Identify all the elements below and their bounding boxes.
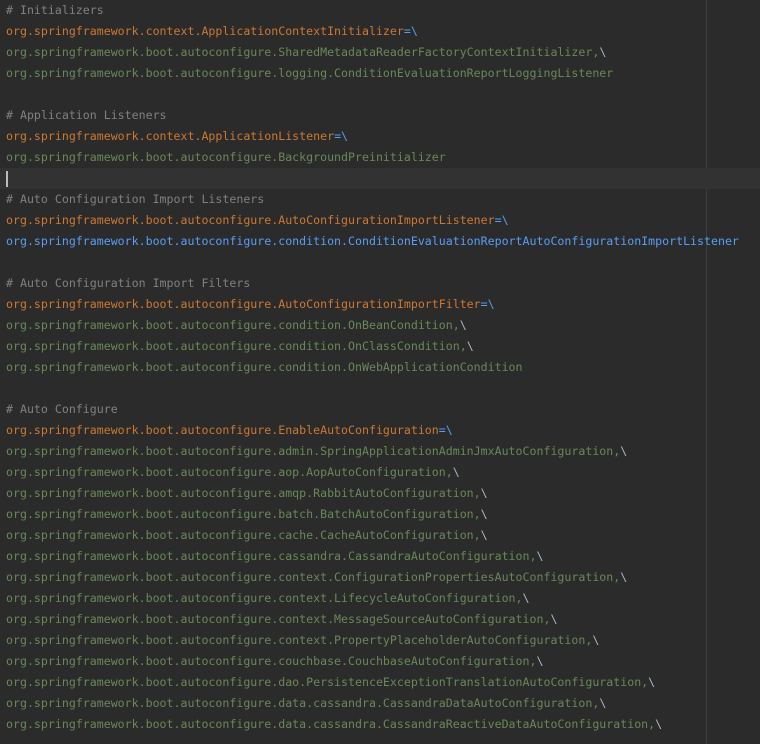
property-value: org.springframework.boot.autoconfigure.c…: [6, 570, 621, 584]
code-line[interactable]: org.springframework.boot.autoconfigure.A…: [6, 294, 760, 315]
code-line[interactable]: org.springframework.boot.autoconfigure.E…: [6, 420, 760, 441]
code-line[interactable]: # Initializers: [6, 0, 760, 21]
comment-text: # Auto Configuration Import Listeners: [6, 192, 265, 206]
code-line[interactable]: org.springframework.boot.autoconfigure.a…: [6, 462, 760, 483]
property-value: org.springframework.boot.autoconfigure.c…: [6, 654, 537, 668]
property-key: org.springframework.boot.autoconfigure.A…: [6, 297, 481, 311]
property-value: org.springframework.boot.autoconfigure.c…: [6, 339, 467, 353]
line-continuation: \: [648, 675, 656, 689]
line-continuation: \: [536, 654, 544, 668]
comment-text: # Auto Configure: [6, 402, 118, 416]
line-continuation: \: [620, 444, 628, 458]
property-key: org.springframework.boot.autoconfigure.E…: [6, 423, 439, 437]
line-continuation: =\: [480, 297, 495, 311]
line-continuation: \: [536, 549, 544, 563]
line-continuation: \: [480, 507, 488, 521]
code-line[interactable]: org.springframework.boot.autoconfigure.c…: [6, 588, 760, 609]
property-value: org.springframework.boot.autoconfigure.a…: [6, 486, 481, 500]
code-line[interactable]: org.springframework.boot.autoconfigure.c…: [6, 546, 760, 567]
code-line[interactable]: # Auto Configuration Import Listeners: [6, 189, 760, 210]
property-value: org.springframework.boot.autoconfigure.a…: [6, 444, 621, 458]
line-continuation: \: [620, 570, 628, 584]
property-value: org.springframework.boot.autoconfigure.b…: [6, 507, 481, 521]
code-editor[interactable]: # Initializers org.springframework.contex…: [0, 0, 760, 744]
code-line[interactable]: org.springframework.boot.autoconfigure.c…: [6, 567, 760, 588]
comment-text: # Application Listeners: [6, 108, 167, 122]
comment-text: # Initializers: [6, 3, 104, 17]
property-value: org.springframework.boot.autoconfigure.d…: [6, 675, 649, 689]
text-caret: [6, 171, 8, 187]
code-line[interactable]: org.springframework.boot.autoconfigure.c…: [6, 609, 760, 630]
code-line[interactable]: org.springframework.context.ApplicationL…: [6, 126, 760, 147]
line-continuation: \: [480, 486, 488, 500]
line-continuation: =\: [438, 423, 453, 437]
code-line[interactable]: org.springframework.context.ApplicationC…: [6, 21, 760, 42]
property-key: org.springframework.boot.autoconfigure.A…: [6, 213, 495, 227]
code-line[interactable]: org.springframework.boot.autoconfigure.d…: [6, 693, 760, 714]
line-continuation: \: [522, 591, 530, 605]
code-line[interactable]: [6, 84, 760, 105]
property-value: org.springframework.boot.autoconfigure.a…: [6, 465, 453, 479]
code-line[interactable]: org.springframework.boot.autoconfigure.a…: [6, 441, 760, 462]
line-continuation: \: [466, 339, 474, 353]
code-line[interactable]: org.springframework.boot.autoconfigure.d…: [6, 672, 760, 693]
line-continuation: \: [592, 633, 600, 647]
code-line[interactable]: org.springframework.boot.autoconfigure.c…: [6, 315, 760, 336]
property-value: org.springframework.boot.autoconfigure.c…: [6, 633, 593, 647]
code-line[interactable]: org.springframework.boot.autoconfigure.S…: [6, 42, 760, 63]
property-value-highlighted: org.springframework.boot.autoconfigure.c…: [6, 234, 739, 248]
property-value: org.springframework.boot.autoconfigure.c…: [6, 549, 537, 563]
code-line[interactable]: org.springframework.boot.autoconfigure.c…: [6, 630, 760, 651]
property-value: org.springframework.boot.autoconfigure.l…: [6, 66, 614, 80]
property-value: org.springframework.boot.autoconfigure.c…: [6, 360, 523, 374]
property-value: org.springframework.boot.autoconfigure.d…: [6, 717, 656, 731]
line-continuation: \: [655, 717, 663, 731]
code-line[interactable]: org.springframework.boot.autoconfigure.d…: [6, 714, 760, 735]
comment-text: # Auto Configuration Import Filters: [6, 276, 251, 290]
property-value: org.springframework.boot.autoconfigure.c…: [6, 612, 551, 626]
code-line[interactable]: org.springframework.boot.autoconfigure.A…: [6, 210, 760, 231]
code-line[interactable]: org.springframework.boot.autoconfigure.l…: [6, 63, 760, 84]
property-key: org.springframework.context.ApplicationL…: [6, 129, 335, 143]
property-value: org.springframework.boot.autoconfigure.d…: [6, 696, 600, 710]
code-line[interactable]: [6, 378, 760, 399]
line-continuation: \: [599, 696, 607, 710]
line-continuation: \: [550, 612, 558, 626]
code-line[interactable]: org.springframework.boot.autoconfigure.c…: [6, 336, 760, 357]
code-line[interactable]: org.springframework.boot.autoconfigure.c…: [6, 525, 760, 546]
property-value: org.springframework.boot.autoconfigure.c…: [6, 528, 481, 542]
code-line[interactable]: org.springframework.boot.autoconfigure.c…: [6, 231, 760, 252]
code-line[interactable]: org.springframework.boot.autoconfigure.b…: [6, 504, 760, 525]
code-line[interactable]: [6, 252, 760, 273]
line-continuation: =\: [334, 129, 349, 143]
code-line[interactable]: org.springframework.boot.autoconfigure.c…: [6, 357, 760, 378]
property-value: org.springframework.boot.autoconfigure.c…: [6, 318, 460, 332]
line-continuation: \: [452, 465, 460, 479]
current-line[interactable]: [0, 168, 760, 189]
code-area[interactable]: # Initializers org.springframework.contex…: [0, 0, 760, 735]
line-continuation: =\: [403, 24, 418, 38]
property-value: org.springframework.boot.autoconfigure.B…: [6, 150, 446, 164]
line-continuation: =\: [494, 213, 509, 227]
code-line[interactable]: # Auto Configure: [6, 399, 760, 420]
property-value: org.springframework.boot.autoconfigure.c…: [6, 591, 523, 605]
line-continuation: \: [599, 45, 607, 59]
code-line[interactable]: # Auto Configuration Import Filters: [6, 273, 760, 294]
code-line[interactable]: org.springframework.boot.autoconfigure.c…: [6, 651, 760, 672]
code-line[interactable]: org.springframework.boot.autoconfigure.a…: [6, 483, 760, 504]
code-line[interactable]: # Application Listeners: [6, 105, 760, 126]
property-value: org.springframework.boot.autoconfigure.S…: [6, 45, 600, 59]
line-continuation: \: [480, 528, 488, 542]
line-continuation: \: [459, 318, 467, 332]
code-line[interactable]: org.springframework.boot.autoconfigure.B…: [6, 147, 760, 168]
property-key: org.springframework.context.ApplicationC…: [6, 24, 404, 38]
